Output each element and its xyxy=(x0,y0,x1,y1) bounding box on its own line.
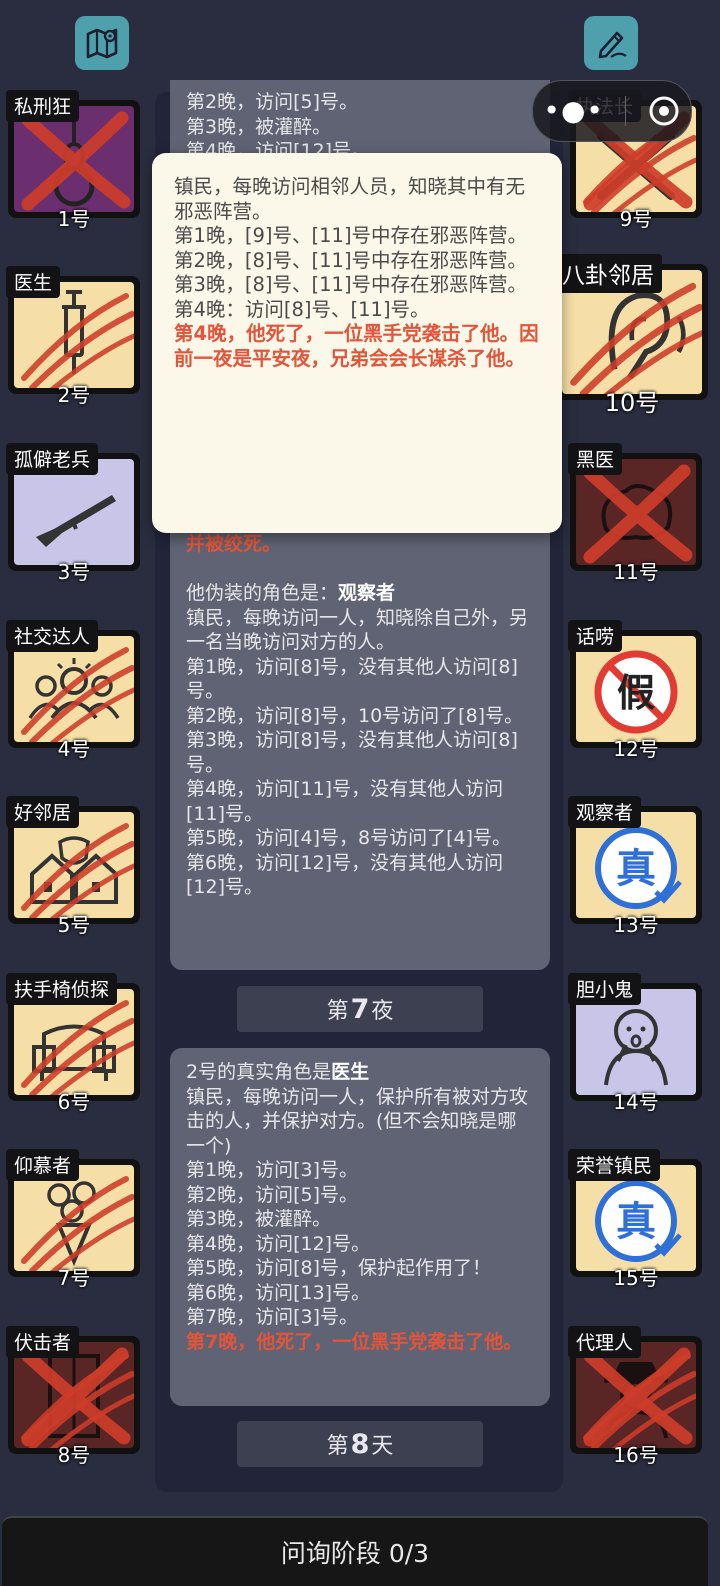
log-line: 第4晚，访问[11]号，没有其他人访问[11]号。 xyxy=(186,778,504,825)
player-card[interactable]: 社交达人 4号 xyxy=(6,620,142,761)
player-role-label: 孤僻老兵 xyxy=(6,443,99,475)
player-number: 9号 xyxy=(619,207,653,231)
log-line: 第1晚，访问[8]号，没有其他人访问[8]号。 xyxy=(186,655,518,703)
role-tooltip: 镇民，每晚访问相邻人员，知晓其中有无邪恶阵营。 第1晚，[9]号、[11]号中存在… xyxy=(152,153,562,533)
player-card[interactable]: 孤僻老兵 3号 xyxy=(6,443,142,584)
miniprogram-capsule: •●• xyxy=(532,80,692,142)
log-line: 镇民，每晚访问一人，保护所有被对方攻击的人，并保护对方。(但不会知晓是哪一个) xyxy=(186,1085,529,1157)
log-line: 第3晚，访问[8]号，没有其他人访问[8]号。 xyxy=(186,729,518,776)
player-role-label: 好邻居 xyxy=(6,796,80,828)
player-role-label: 扶手椅侦探 xyxy=(6,973,118,1005)
day-8-header: 第8天 xyxy=(237,1421,483,1467)
player-number: 10号 xyxy=(604,389,660,417)
night-7-header: 第7夜 xyxy=(237,986,483,1032)
map-button[interactable] xyxy=(75,16,129,70)
player-role-label: 仰慕者 xyxy=(6,1149,80,1181)
notes-button[interactable] xyxy=(584,16,638,70)
player-role-label: 黑医 xyxy=(568,443,623,475)
player-number: 12号 xyxy=(613,737,659,761)
player-card[interactable]: 好邻居 5号 xyxy=(6,796,142,937)
player-number: 8号 xyxy=(57,1443,91,1467)
map-icon xyxy=(86,28,118,59)
player-role-label: 观察者 xyxy=(568,796,642,828)
player-number: 6号 xyxy=(57,1090,91,1114)
log-card-doctor: 2号的真实角色是医生 镇民，每晚访问一人，保护所有被对方攻击的人，并保护对方。(但… xyxy=(170,1048,550,1406)
player-role-label: 社交达人 xyxy=(6,620,99,652)
player-card[interactable]: 黑医 11号 xyxy=(568,443,704,584)
log-line: 第6晚，访问[12]号，没有其他人访问[12]号。 xyxy=(186,851,504,899)
player-card[interactable]: 伏击者 8号 xyxy=(6,1326,142,1467)
more-icon[interactable]: •●• xyxy=(543,97,603,125)
player-number: 13号 xyxy=(613,913,659,937)
log-line: 第3晚，[8]号、[11]号中存在邪恶阵营。 xyxy=(174,273,528,296)
log-line: 镇民，每晚访问相邻人员，知晓其中有无邪恶阵营。 xyxy=(174,175,526,223)
player-number: 4号 xyxy=(57,737,91,761)
player-number: 16号 xyxy=(613,1443,659,1467)
log-line: 第4晚，访问[12]号。 xyxy=(186,1232,371,1255)
phase-bar: 问询阶段 0/3 xyxy=(2,1516,708,1586)
player-role-label: 代理人 xyxy=(568,1326,642,1358)
log-line: 第2晚，访问[5]号。 xyxy=(186,1183,359,1206)
player-number: 7号 xyxy=(57,1266,91,1290)
log-line: 第5晚，访问[4]号，8号访问了[4]号。 xyxy=(186,827,512,849)
log-line: 第2晚，访问[5]号。 xyxy=(186,91,359,113)
svg-text:真: 真 xyxy=(616,846,656,892)
player-card[interactable]: 真 观察者 13号 xyxy=(568,796,704,937)
log-line: 第2晚，访问[8]号，10号访问了[8]号。 xyxy=(186,704,524,727)
player-role-label: 私刑狂 xyxy=(6,90,80,122)
log-line: 第1晚，[9]号、[11]号中存在邪恶阵营。 xyxy=(174,224,528,247)
log-line: 他伪装的角色是：观察者 xyxy=(186,582,396,604)
log-line: 第7晚，他死了，一位黑手党袭击了他。 xyxy=(186,1330,523,1353)
player-card[interactable]: 胆小鬼 14号 xyxy=(568,973,704,1114)
player-role-label: 话唠 xyxy=(568,620,623,652)
log-line: 第1晚，访问[3]号。 xyxy=(186,1159,359,1181)
player-number: 11号 xyxy=(613,560,659,584)
log-line: 第6晚，访问[13]号。 xyxy=(186,1281,371,1304)
log-card-role-reveal: 并被绞死。 他伪装的角色是：观察者 镇民，每晚访问一人，知晓除自己外，另一名当晚访… xyxy=(170,500,550,970)
svg-text:假: 假 xyxy=(617,671,655,715)
player-role-label: 胆小鬼 xyxy=(568,973,642,1005)
player-card[interactable]: 仰慕者 7号 xyxy=(6,1149,142,1290)
player-number: 3号 xyxy=(57,560,91,584)
player-card[interactable]: 真 荣誉镇民 15号 xyxy=(568,1149,704,1290)
log-line: 镇民，每晚访问一人，知晓除自己外，另一名当晚访问对方的人。 xyxy=(186,606,529,654)
svg-text:真: 真 xyxy=(616,1199,656,1245)
close-target-icon[interactable] xyxy=(647,94,681,128)
player-number: 15号 xyxy=(613,1266,659,1290)
player-card[interactable]: 八卦邻居 10号 xyxy=(554,254,710,417)
player-card[interactable]: 扶手椅侦探 6号 xyxy=(6,973,142,1114)
player-card[interactable]: 假 话唠 12号 xyxy=(568,620,704,761)
player-number: 1号 xyxy=(57,207,91,231)
log-line: 第7晚，访问[3]号。 xyxy=(186,1306,359,1328)
log-line: 第4晚：访问[8]号、[11]号。 xyxy=(174,297,430,321)
pencil-icon xyxy=(598,31,627,59)
log-line: 第5晚，访问[8]号，保护起作用了！ xyxy=(186,1257,492,1279)
player-number: 5号 xyxy=(57,913,91,937)
player-number: 14号 xyxy=(613,1090,659,1114)
log-line: 第4晚，他死了，一位黑手党袭击了他。因前一夜是平安夜，兄弟会会长谋杀了他。 xyxy=(174,322,539,370)
log-line: 2号的真实角色是医生 xyxy=(186,1061,370,1083)
log-line: 并被绞死。 xyxy=(186,533,282,555)
log-line: 第3晚，被灌醉。 xyxy=(186,1208,332,1230)
player-role-label: 荣誉镇民 xyxy=(568,1149,661,1181)
player-card[interactable]: 代理人 16号 xyxy=(568,1326,704,1467)
player-role-label: 八卦邻居 xyxy=(554,254,662,293)
player-role-label: 伏击者 xyxy=(6,1326,80,1358)
phase-label: 问询阶段 0/3 xyxy=(280,1539,430,1568)
player-role-label: 医生 xyxy=(6,266,61,298)
player-card[interactable]: 私刑狂 1号 xyxy=(6,90,142,231)
log-line: 第3晚，被灌醉。 xyxy=(186,115,332,138)
player-number: 2号 xyxy=(57,383,91,407)
player-card[interactable]: 医生 2号 xyxy=(6,266,142,407)
log-line: 第2晚，[8]号、[11]号中存在邪恶阵营。 xyxy=(174,248,528,272)
